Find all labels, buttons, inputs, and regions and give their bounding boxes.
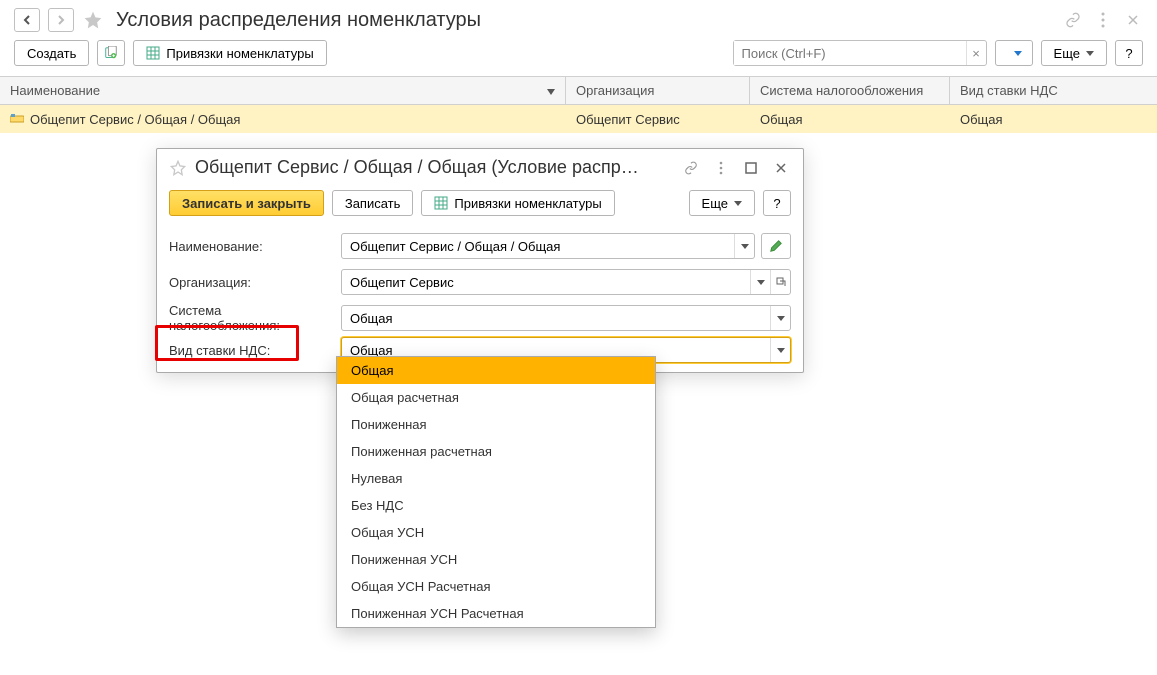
label-name: Наименование: xyxy=(169,239,333,254)
tax-input[interactable] xyxy=(342,306,770,330)
copy-button[interactable] xyxy=(97,40,125,66)
save-button[interactable]: Записать xyxy=(332,190,414,216)
dialog-close-icon[interactable] xyxy=(771,158,791,178)
bindings-button[interactable]: Привязки номенклатуры xyxy=(133,40,326,66)
cell-vat: Общая xyxy=(950,105,1157,133)
table-icon xyxy=(146,46,160,60)
dropdown-option[interactable]: Общая расчетная xyxy=(337,384,655,411)
label-tax: Система налогообложения: xyxy=(169,303,333,333)
kebab-menu-icon[interactable] xyxy=(1093,10,1113,30)
dropdown-option[interactable]: Без НДС xyxy=(337,492,655,519)
label-vat: Вид ставки НДС: xyxy=(169,343,333,358)
chevron-down-icon xyxy=(734,201,742,206)
cell-name: Общепит Сервис / Общая / Общая xyxy=(30,112,240,127)
more-button[interactable]: Еще xyxy=(1041,40,1107,66)
dropdown-option[interactable]: Нулевая xyxy=(337,465,655,492)
link-icon[interactable] xyxy=(1063,10,1083,30)
col-name[interactable]: Наименование xyxy=(0,77,566,104)
name-dropdown-icon[interactable] xyxy=(734,234,754,258)
org-dropdown-icon[interactable] xyxy=(750,270,770,294)
dialog-help-button[interactable]: ? xyxy=(763,190,791,216)
main-toolbar: Создать Привязки номенклатуры × Еще ? xyxy=(0,40,1157,76)
window-header: Условия распределения номенклатуры xyxy=(0,0,1157,40)
search-input[interactable] xyxy=(734,41,966,65)
edit-dialog: Общепит Сервис / Общая / Общая (Условие … xyxy=(156,148,804,373)
name-input[interactable] xyxy=(342,234,734,258)
more-button-label: Еще xyxy=(1054,46,1080,61)
pencil-icon xyxy=(769,239,783,253)
table-header: Наименование Организация Система налогоо… xyxy=(0,77,1157,105)
nav-back-button[interactable] xyxy=(14,8,40,32)
save-close-button[interactable]: Записать и закрыть xyxy=(169,190,324,216)
dropdown-option[interactable]: Пониженная расчетная xyxy=(337,438,655,465)
search-button[interactable] xyxy=(995,40,1033,66)
table-icon xyxy=(434,196,448,210)
chevron-down-icon xyxy=(1086,51,1094,56)
cell-org: Общепит Сервис xyxy=(566,105,750,133)
bindings-button-label: Привязки номенклатуры xyxy=(166,46,313,61)
dialog-kebab-icon[interactable] xyxy=(711,158,731,178)
dialog-link-icon[interactable] xyxy=(681,158,701,178)
dropdown-option[interactable]: Пониженная xyxy=(337,411,655,438)
close-icon[interactable] xyxy=(1123,10,1143,30)
dropdown-option[interactable]: Общая xyxy=(337,357,655,384)
search-clear-icon[interactable]: × xyxy=(966,41,986,65)
vat-dropdown: Общая Общая расчетная Пониженная Понижен… xyxy=(336,356,656,628)
dropdown-option[interactable]: Общая УСН xyxy=(337,519,655,546)
search-input-wrap: × xyxy=(733,40,987,66)
col-tax[interactable]: Система налогообложения xyxy=(750,77,950,104)
dialog-bindings-button[interactable]: Привязки номенклатуры xyxy=(421,190,614,216)
page-title: Условия распределения номенклатуры xyxy=(116,9,481,32)
favorite-star-icon[interactable] xyxy=(82,9,104,31)
data-table: Наименование Организация Система налогоо… xyxy=(0,76,1157,133)
label-org: Организация: xyxy=(169,275,333,290)
dialog-more-button[interactable]: Еще xyxy=(689,190,755,216)
dialog-star-icon[interactable] xyxy=(169,159,187,177)
dialog-maximize-icon[interactable] xyxy=(741,158,761,178)
name-edit-button[interactable] xyxy=(761,233,791,259)
col-vat[interactable]: Вид ставки НДС xyxy=(950,77,1157,104)
col-org[interactable]: Организация xyxy=(566,77,750,104)
help-button[interactable]: ? xyxy=(1115,40,1143,66)
nav-forward-button[interactable] xyxy=(48,8,74,32)
create-button[interactable]: Создать xyxy=(14,40,89,66)
dropdown-option[interactable]: Пониженная УСН Расчетная xyxy=(337,600,655,627)
tax-dropdown-icon[interactable] xyxy=(770,306,790,330)
org-input[interactable] xyxy=(342,270,750,294)
dropdown-option[interactable]: Общая УСН Расчетная xyxy=(337,573,655,600)
row-item-icon xyxy=(10,114,24,124)
table-row[interactable]: Общепит Сервис / Общая / Общая Общепит С… xyxy=(0,105,1157,133)
cell-tax: Общая xyxy=(750,105,950,133)
dropdown-option[interactable]: Пониженная УСН xyxy=(337,546,655,573)
dialog-title: Общепит Сервис / Общая / Общая (Условие … xyxy=(195,157,673,178)
vat-dropdown-icon[interactable] xyxy=(770,338,790,362)
org-open-icon[interactable] xyxy=(770,270,790,294)
sort-down-icon xyxy=(547,83,555,98)
